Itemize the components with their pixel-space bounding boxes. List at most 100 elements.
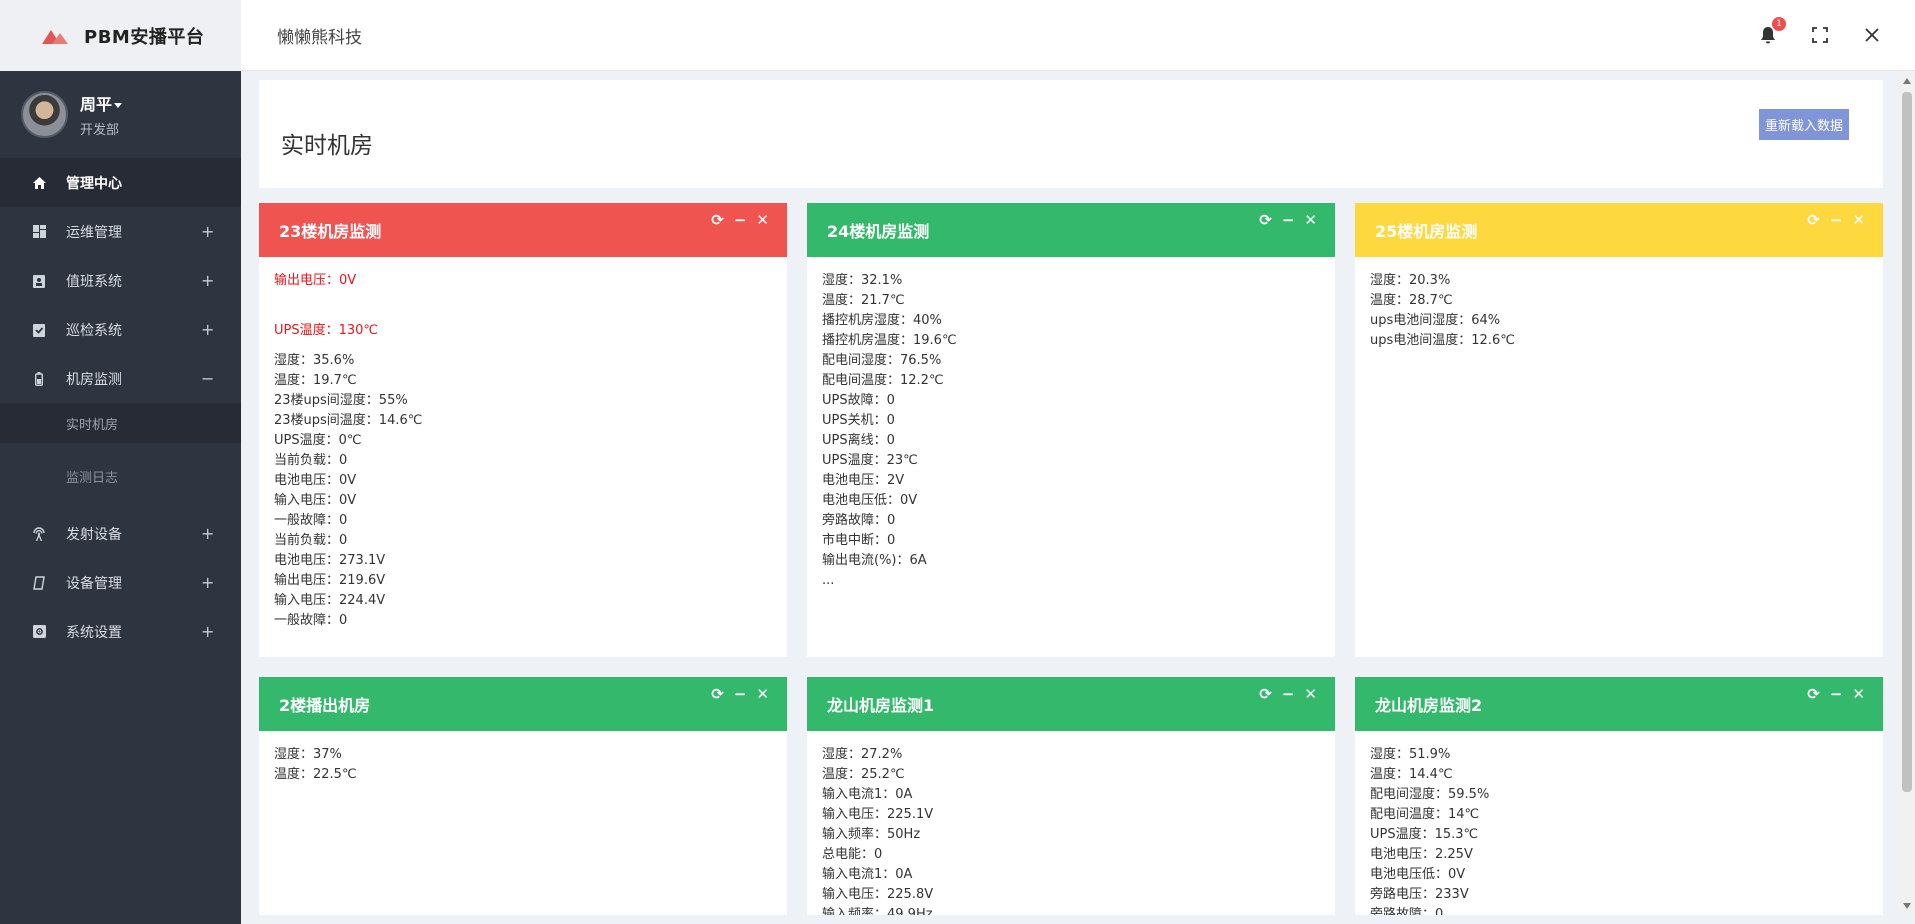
list-item: 电池电压：2.25V bbox=[1370, 847, 1473, 862]
list-item: 旁路故障：0 bbox=[822, 513, 896, 528]
list-item: 湿度：51.9% bbox=[1370, 747, 1451, 762]
list-item: UPS离线：0 bbox=[822, 433, 895, 448]
list-item: 温度：19.7℃ bbox=[274, 373, 357, 388]
list-item: 输入电压：225.1V bbox=[822, 807, 934, 822]
expand-icon: + bbox=[201, 524, 215, 543]
list-item: 湿度：20.3% bbox=[1370, 273, 1451, 288]
reload-data-button[interactable]: 重新载入数据 bbox=[1758, 108, 1849, 140]
list-item: UPS关机：0 bbox=[822, 413, 895, 428]
list-item: UPS温度：0℃ bbox=[274, 433, 362, 448]
tab-title[interactable]: 懒懒熊科技 bbox=[277, 23, 1759, 48]
refresh-icon[interactable]: ⟳ bbox=[1807, 211, 1820, 229]
list-item: 播控机房温度：19.6℃ bbox=[822, 333, 957, 348]
refresh-icon[interactable]: ⟳ bbox=[1259, 211, 1272, 229]
caret-down-icon bbox=[114, 103, 123, 108]
list-item: 旁路电压：233V bbox=[1370, 887, 1469, 902]
list-item: ups电池间湿度：64% bbox=[1370, 313, 1501, 328]
list-item: UPS故障：0 bbox=[822, 393, 895, 408]
panel-header: 龙山机房监测2 ⟳ − ✕ bbox=[1355, 677, 1883, 731]
list-item: 温度：28.7℃ bbox=[1370, 293, 1453, 308]
minimize-icon[interactable]: − bbox=[734, 685, 747, 703]
user-name-dropdown[interactable]: 周平 bbox=[80, 91, 123, 115]
list-item: UPS温度：15.3℃ bbox=[1370, 827, 1479, 842]
close-icon[interactable]: ✕ bbox=[1304, 211, 1317, 229]
list-item: 输出电流(%)：6A bbox=[822, 553, 927, 568]
home-icon bbox=[32, 176, 46, 190]
close-icon[interactable]: ✕ bbox=[1304, 685, 1317, 703]
nav-item-operations[interactable]: 运维管理 + bbox=[0, 207, 241, 256]
page-header: 实时机房 重新载入数据 bbox=[259, 80, 1883, 188]
list-item: ups电池间温度：12.6℃ bbox=[1370, 333, 1515, 348]
nav-item-transmitters[interactable]: 发射设备 + bbox=[0, 509, 241, 558]
list-item: 一般故障：0 bbox=[274, 613, 348, 628]
list-item: UPS温度：23℃ bbox=[822, 453, 918, 468]
nav-item-device-management[interactable]: 设备管理 + bbox=[0, 558, 241, 607]
collapse-icon: − bbox=[201, 369, 215, 388]
nav-item-duty-system[interactable]: 值班系统 + bbox=[0, 256, 241, 305]
mountain-logo-icon bbox=[42, 28, 70, 44]
sub-item-realtime-room[interactable]: 实时机房 bbox=[0, 403, 241, 443]
refresh-icon[interactable]: ⟳ bbox=[711, 685, 724, 703]
minimize-icon[interactable]: − bbox=[734, 211, 747, 229]
panel-body: 湿度：51.9% 温度：14.4℃ 配电间湿度：59.5% 配电间温度：14℃ … bbox=[1355, 731, 1883, 915]
expand-icon: + bbox=[201, 573, 215, 592]
dashboard-icon bbox=[32, 225, 46, 239]
panel-25f-monitor: 25楼机房监测 ⟳ − ✕ 湿度：20.3% 温度：28.7℃ ups电池间湿度… bbox=[1355, 203, 1883, 657]
fullscreen-icon[interactable] bbox=[1811, 26, 1829, 44]
bell-icon[interactable]: 1 bbox=[1759, 17, 1786, 44]
list-item: 湿度：35.6% bbox=[274, 353, 355, 368]
scroll-down-icon[interactable] bbox=[1903, 903, 1911, 909]
list-item: ... bbox=[822, 573, 835, 588]
list-item: 输入频率：49.9Hz bbox=[822, 907, 933, 915]
list-item: 市电中断：0 bbox=[822, 533, 896, 548]
panel-2f-broadcast-room: 2楼播出机房 ⟳ − ✕ 湿度：37% 温度：22.5℃ bbox=[259, 677, 787, 915]
list-item: 湿度：37% bbox=[274, 747, 342, 762]
notification-badge: 1 bbox=[1772, 17, 1786, 31]
list-item: 输入电压：225.8V bbox=[822, 887, 934, 902]
top-bar: 懒懒熊科技 1 bbox=[241, 0, 1915, 71]
scrollbar-thumb[interactable] bbox=[1902, 92, 1912, 792]
list-item: 输出电压：219.6V bbox=[274, 573, 386, 588]
minimize-icon[interactable]: − bbox=[1282, 685, 1295, 703]
list-item: 输入电流1：0A bbox=[822, 787, 913, 802]
list-item: 输入电压：224.4V bbox=[274, 593, 386, 608]
refresh-icon[interactable]: ⟳ bbox=[1259, 685, 1272, 703]
refresh-icon[interactable]: ⟳ bbox=[1807, 685, 1820, 703]
expand-icon: + bbox=[201, 320, 215, 339]
close-icon[interactable]: ✕ bbox=[756, 211, 769, 229]
nav-item-management-center[interactable]: 管理中心 bbox=[0, 158, 241, 207]
panel-body: 湿度：32.1% 温度：21.7℃ 播控机房湿度：40% 播控机房温度：19.6… bbox=[807, 257, 1335, 601]
list-item: 配电间湿度：76.5% bbox=[822, 353, 942, 368]
brand[interactable]: PBM安播平台 bbox=[0, 0, 241, 71]
minimize-icon[interactable]: − bbox=[1282, 211, 1295, 229]
sub-item-monitoring-log[interactable]: 监测日志 bbox=[0, 456, 241, 496]
close-icon[interactable]: ✕ bbox=[756, 685, 769, 703]
user-profile[interactable]: 周平 开发部 bbox=[0, 71, 241, 158]
panel-body: 输出电压：0V UPS温度：130℃ 湿度：35.6% 温度：19.7℃ 23楼… bbox=[259, 257, 787, 641]
close-icon[interactable]: ✕ bbox=[1852, 685, 1865, 703]
scroll-up-icon[interactable] bbox=[1903, 78, 1911, 84]
panel-24f-monitor: 24楼机房监测 ⟳ − ✕ 湿度：32.1% 温度：21.7℃ 播控机房湿度：4… bbox=[807, 203, 1335, 657]
minimize-icon[interactable]: − bbox=[1830, 685, 1843, 703]
minimize-icon[interactable]: − bbox=[1830, 211, 1843, 229]
panel-header: 龙山机房监测1 ⟳ − ✕ bbox=[807, 677, 1335, 731]
list-item: 输入电流1：0A bbox=[822, 867, 913, 882]
list-item: 温度：14.4℃ bbox=[1370, 767, 1453, 782]
nav-item-room-monitoring[interactable]: 机房监测 − bbox=[0, 354, 241, 403]
panel-header: 25楼机房监测 ⟳ − ✕ bbox=[1355, 203, 1883, 257]
list-item: 旁路故障：0 bbox=[1370, 907, 1444, 915]
list-item: 23楼ups间温度：14.6℃ bbox=[274, 413, 423, 428]
list-item: 电池电压：273.1V bbox=[274, 553, 386, 568]
list-item: 电池电压：0V bbox=[274, 473, 357, 488]
device-icon bbox=[32, 575, 46, 590]
refresh-icon[interactable]: ⟳ bbox=[711, 211, 724, 229]
list-item: 播控机房湿度：40% bbox=[822, 313, 942, 328]
nav-item-system-settings[interactable]: 系统设置 + bbox=[0, 607, 241, 656]
list-item: 电池电压：2V bbox=[822, 473, 905, 488]
close-icon[interactable] bbox=[1863, 26, 1881, 44]
list-item: 温度：25.2℃ bbox=[822, 767, 905, 782]
brand-title: PBM安播平台 bbox=[84, 26, 205, 48]
nav-item-inspection-system[interactable]: 巡检系统 + bbox=[0, 305, 241, 354]
close-icon[interactable]: ✕ bbox=[1852, 211, 1865, 229]
vertical-scrollbar[interactable] bbox=[1899, 72, 1915, 915]
